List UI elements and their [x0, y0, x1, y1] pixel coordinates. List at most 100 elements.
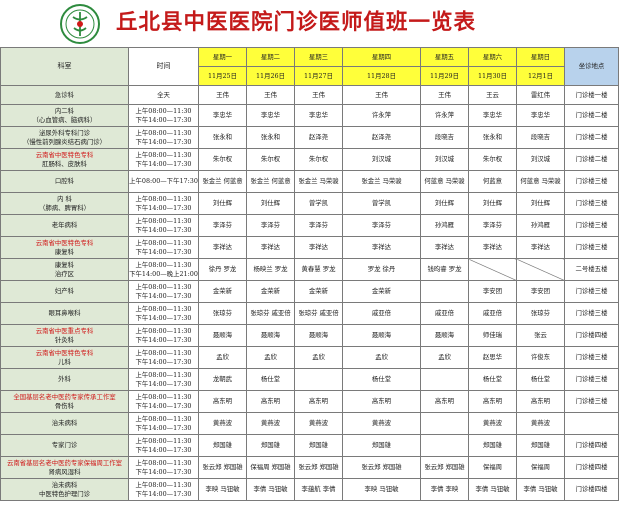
doctor-cell: 张云	[516, 324, 565, 347]
doctor-cell: 徐丹 罗龙	[198, 258, 247, 281]
doctor-cell: 李祥达	[246, 236, 295, 259]
department-cell: 康复科 治疗区	[0, 258, 129, 281]
doctor-cell: 王伟	[246, 85, 295, 105]
location-cell: 二号楼五楼	[564, 258, 619, 281]
doctor-cell: 何蓝意	[468, 170, 517, 193]
department-cell: 治未病科 中医特色护理门诊	[0, 478, 129, 501]
department-cell: 云南省中医重点专科 针灸科	[0, 324, 129, 347]
time-cell: 上午08:00—11:30 下午14:00—17:30	[128, 126, 199, 149]
time-line: 上午08:00—11:30	[135, 304, 192, 313]
time-line: 下午14:00—17:30	[135, 137, 192, 146]
doctor-cell: 曾学凯	[342, 192, 421, 215]
time-line: 上午08:00—11:30	[135, 216, 192, 225]
doctor-cell: 朱尔权	[246, 148, 295, 171]
time-line: 下午14:00—17:30	[135, 467, 192, 476]
doctor-cell: 李忠华	[516, 104, 565, 127]
doctor-cell: 高东明	[516, 390, 565, 413]
table-row: 云南省中医特色专科 康复科 上午08:00—11:30 下午14:00—17:30 李祥…	[0, 236, 619, 259]
doctor-cell: 刘仕辉	[198, 192, 247, 215]
doctor-cell: 黄燕波	[198, 412, 247, 435]
time-cell: 上午08:00—11:30 下午14:00—17:30	[128, 368, 199, 391]
time-cell: 上午08:00—11:30 下午14:00—17:30	[128, 236, 199, 259]
doctor-cell: 保福周	[468, 456, 517, 479]
doctor-cell: 李映 马钮敏	[342, 478, 421, 501]
doctor-cell: 李忠华	[246, 104, 295, 127]
doctor-cell: 孟欣	[420, 346, 469, 369]
time-cell: 上午08:00—11:30 下午14:00—17:30	[128, 324, 199, 347]
department-line: 治未病科	[51, 419, 78, 428]
department-line: （肺病、脾胃科）	[38, 203, 91, 212]
location-cell: 门诊楼一楼	[564, 85, 619, 105]
department-line: 专家门诊	[51, 441, 78, 450]
doctor-cell: 孙鸿雁	[516, 214, 565, 237]
doctor-cell: 张琼芬	[516, 302, 565, 325]
doctor-cell: 张琼芬 戚亚倍	[246, 302, 295, 325]
doctor-cell: 龙朝武	[198, 368, 247, 391]
doctor-cell: 高东明	[468, 390, 517, 413]
doctor-cell: 郑国雄	[294, 434, 343, 457]
doctor-cell: 朱尔权	[294, 148, 343, 171]
time-line: 上午08:00—11:30	[135, 150, 192, 159]
location-cell: 门诊楼三楼	[564, 236, 619, 259]
department-line: 云南省中医特色专科	[35, 238, 94, 247]
time-cell: 上午08:00—11:30 下午14:00—17:30	[128, 434, 199, 457]
doctor-cell: 张金兰 马荣骏	[342, 170, 421, 193]
department-line: 口腔科	[54, 177, 75, 186]
doctor-cell: 许永萍	[342, 104, 421, 127]
doctor-cell: 金荣新	[198, 280, 247, 303]
doctor-cell: 李忠华	[198, 104, 247, 127]
doctor-cell: 高东明	[198, 390, 247, 413]
department-line: （慢性前列腺炎结石病门诊）	[22, 137, 107, 146]
doctor-cell: 孟欣	[198, 346, 247, 369]
doctor-cell: 聂顺海	[342, 324, 421, 347]
department-line: 妇产科	[54, 287, 75, 296]
time-line: 下午14:00—17:30	[135, 379, 192, 388]
time-cell: 上午08:00—11:30 下午14:00—17:30	[128, 148, 199, 171]
doctor-cell: 赵泽尧	[294, 126, 343, 149]
location-cell: 门诊楼三楼	[564, 214, 619, 237]
table-row: 内 科（肺病、脾胃科） 上午08:00—11:30 下午14:00—17:30 刘仕辉…	[0, 192, 619, 215]
department-line: 儿科	[58, 357, 71, 366]
doctor-cell: 郑国雄	[468, 434, 517, 457]
doctor-cell: 黄燕波	[342, 412, 421, 435]
time-cell: 上午08:00—11:30 下午14:00—17:30	[128, 390, 199, 413]
department-line: 内 科	[57, 194, 72, 203]
doctor-cell: 李泽芬	[468, 214, 517, 237]
doctor-cell: 杨仕堂	[516, 368, 565, 391]
department-line: 肾病风湿科	[48, 467, 81, 476]
time-cell: 上午08:00—11:30 下午14:00—17:30	[128, 412, 199, 435]
doctor-cell	[420, 280, 469, 303]
time-line: 上午08:00—11:30	[135, 326, 192, 335]
doctor-cell: 李倩 马钮敏	[468, 478, 517, 501]
location-cell: 门诊楼四楼	[564, 456, 619, 479]
department-line: 云南省中医特色专科	[35, 150, 94, 159]
doctor-cell: 何蓝意 马荣骏	[516, 170, 565, 193]
table-row: 外科 上午08:00—11:30 下午14:00—17:30 龙朝武 杨仕堂 杨仕堂 杨仕堂…	[0, 368, 619, 391]
department-cell: 专家门诊	[0, 434, 129, 457]
location-cell	[564, 412, 619, 435]
weekday-header: 星期六	[468, 47, 517, 67]
doctor-cell: 孟欣	[294, 346, 343, 369]
location-cell: 门诊楼三楼	[564, 390, 619, 413]
table-row: 口腔科 上午08:00—下午17:30 张金兰 何蓝意 张金兰 何蓝意 张金兰 马荣骏张…	[0, 170, 619, 193]
doctor-cell: 高东明	[342, 390, 421, 413]
department-line: 全国基层名老中医药专家传承工作室	[13, 392, 116, 401]
time-line: 上午08:00—11:30	[135, 194, 192, 203]
doctor-cell: 聂顺海	[294, 324, 343, 347]
department-line: 治未病科	[51, 480, 78, 489]
doctor-cell: 戚亚倍	[342, 302, 421, 325]
time-line: 上午08:00—11:30	[135, 106, 192, 115]
time-cell: 上午08:00—11:30 下午14:00—17:30	[128, 214, 199, 237]
doctor-cell: 张琼芬	[198, 302, 247, 325]
table-row: 云南省中医重点专科 针灸科 上午08:00—11:30 下午14:00—17:30 聂顺…	[0, 324, 619, 347]
location-cell: 门诊楼三楼	[564, 192, 619, 215]
department-cell: 云南省中医特色专科 康复科	[0, 236, 129, 259]
date-header: 11月30日	[468, 66, 517, 86]
doctor-cell: 王云	[468, 85, 517, 105]
time-line: 下午14:00—17:30	[135, 225, 192, 234]
doctor-cell: 刘仕辉	[420, 192, 469, 215]
table-row: 内二科 （心血管病、脑病科） 上午08:00—11:30 下午14:00—17:30 李…	[0, 104, 619, 127]
department-cell: 眼耳鼻喉科	[0, 302, 129, 325]
doctor-cell: 李泽芬	[198, 214, 247, 237]
hospital-logo-icon	[60, 4, 100, 44]
